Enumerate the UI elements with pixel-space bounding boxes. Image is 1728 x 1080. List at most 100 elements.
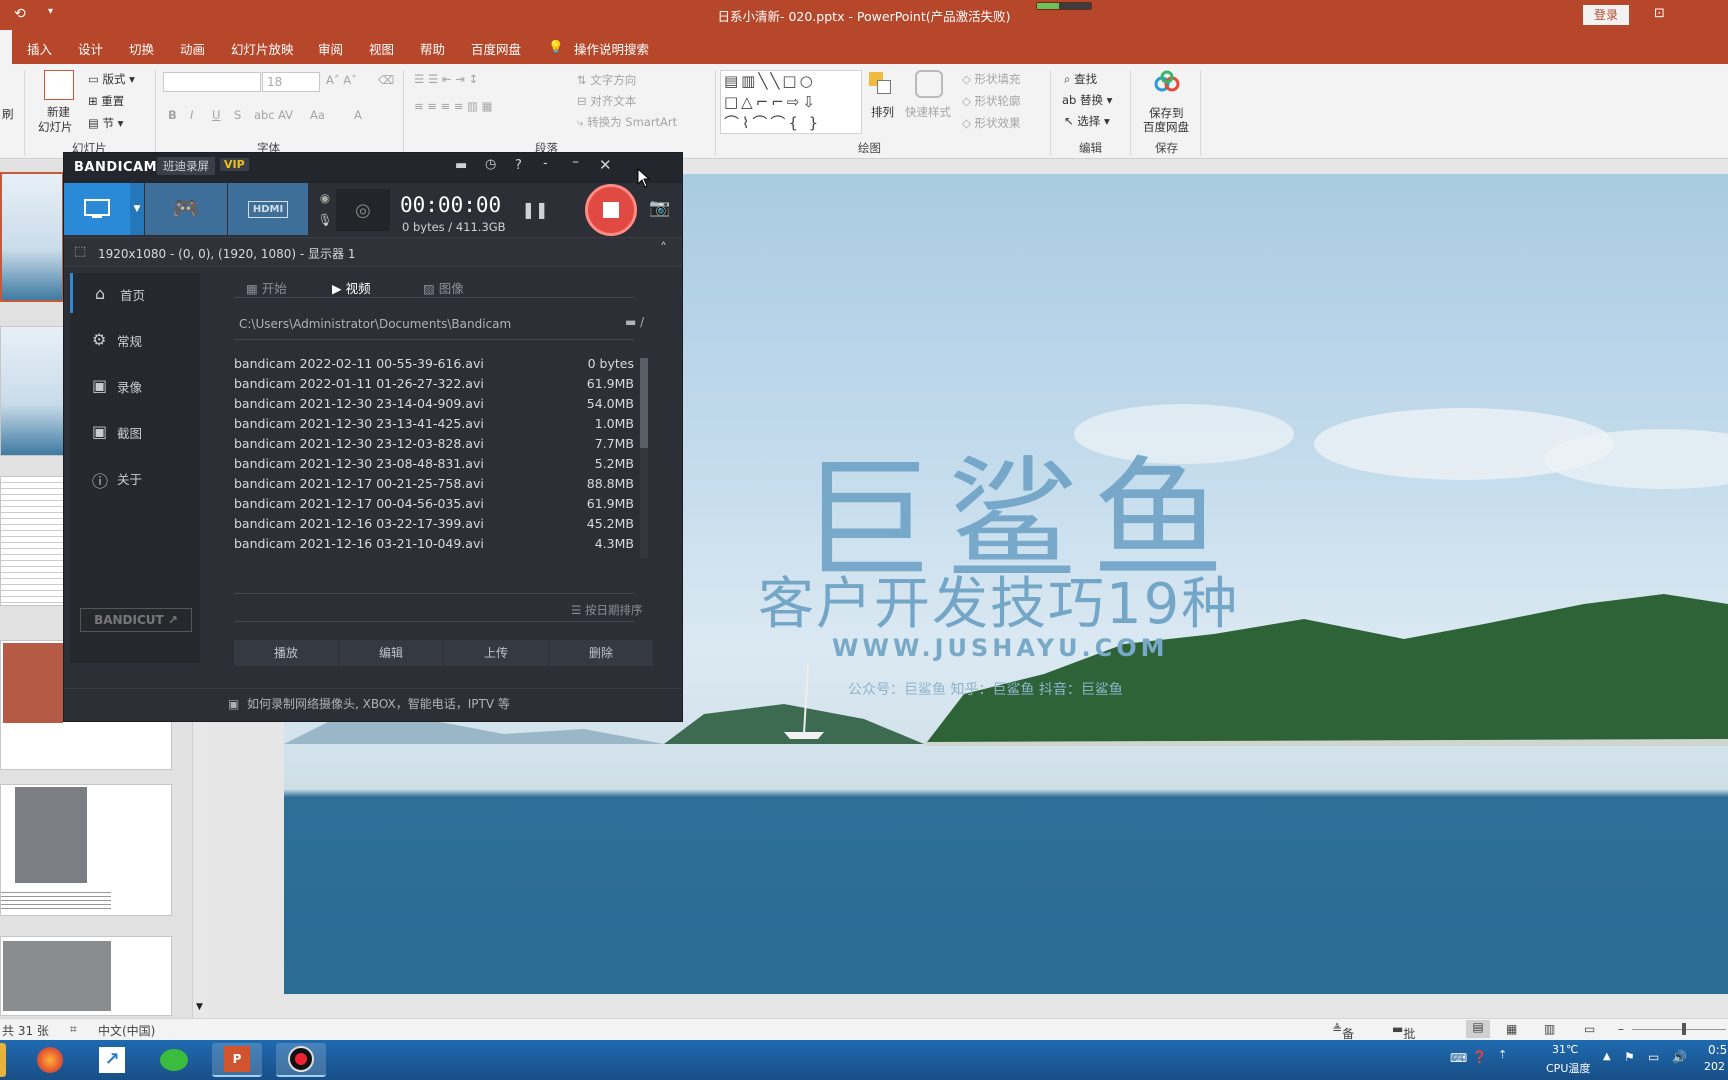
tab-review[interactable]: 审阅 xyxy=(318,39,343,58)
shape-outline-button[interactable]: ◇ 形状轮廓 xyxy=(962,93,1021,109)
sidebar-item-video[interactable]: ▣ 录像 xyxy=(70,365,210,405)
file-row[interactable]: bandicam 2022-02-11 00-55-39-616.avi 0 by… xyxy=(234,356,634,376)
minimize-icon[interactable]: – xyxy=(572,154,579,170)
arrange-icon[interactable] xyxy=(869,72,893,98)
underline-icon[interactable]: U xyxy=(212,108,220,122)
tab-transitions[interactable]: 切换 xyxy=(129,39,154,58)
tip-link[interactable]: ▣ 如何录制网络摄像头, XBOX，智能电话，IPTV 等 xyxy=(228,695,510,712)
shapes-gallery[interactable]: ▤▥╲╲□○ □△⌐⌐⇨⇩ ⌒⌇⌒⌒{ } xyxy=(720,70,862,134)
file-row[interactable]: bandicam 2021-12-30 23-13-41-425.avi 1.0M… xyxy=(234,416,634,436)
bandicam-window[interactable]: BANDICAM 班迪录屏 VIP ▬ ◷ ? - – ✕ ▼ 🎮 HDMI ◉… xyxy=(63,152,683,722)
grow-font-icon[interactable]: A˄ A˅ xyxy=(326,73,357,87)
start-partial[interactable] xyxy=(0,1043,6,1077)
capture-area-bar[interactable]: ⬚ 1920x1080 - (0, 0), (1920, 1080) - 显示器… xyxy=(64,237,682,267)
file-row[interactable]: bandicam 2021-12-16 03-22-17-399.avi 45.2… xyxy=(234,516,634,536)
display-icon[interactable]: ▭ xyxy=(1648,1050,1659,1064)
tab-help[interactable]: 帮助 xyxy=(420,39,445,58)
slide-thumbnail[interactable] xyxy=(0,326,64,456)
baidu-label[interactable]: 百度网盘 xyxy=(1143,119,1189,135)
slide-social[interactable]: 公众号：巨鲨鱼 知乎：巨鲨鱼 抖音：巨鲨鱼 xyxy=(848,679,1123,699)
file-row[interactable]: bandicam 2021-12-30 23-14-04-909.avi 54.0… xyxy=(234,396,634,416)
sidebar-item-about[interactable]: ⓘ 关于 xyxy=(70,457,210,497)
align-icons[interactable]: ≡ ≡ ≡ ≡ ▥ ▦ xyxy=(414,99,493,113)
comments-button[interactable]: ▬ 批注 xyxy=(1392,1022,1415,1058)
login-button[interactable]: 登录 xyxy=(1583,5,1629,25)
tell-me-search[interactable]: 操作说明搜索 xyxy=(574,39,649,58)
tray-expand-icon[interactable]: ▲ xyxy=(1603,1051,1611,1062)
ribbon-display-options-icon[interactable]: ⊡ xyxy=(1654,6,1665,21)
slide-thumbnail[interactable] xyxy=(0,936,172,1016)
section-button[interactable]: ▤ 节 ▾ xyxy=(88,115,123,131)
shape-effects-button[interactable]: ◇ 形状效果 xyxy=(962,115,1021,131)
powerpoint-icon[interactable]: P xyxy=(212,1043,262,1077)
spellcheck-icon[interactable]: ⌗ xyxy=(70,1022,77,1037)
font-name-dropdown[interactable] xyxy=(163,72,261,92)
sidebar-item-home[interactable]: ⌂ 首页 xyxy=(70,273,210,313)
baidu-cloud-icon[interactable] xyxy=(1152,70,1182,96)
replace-button[interactable]: ab 替换 ▾ xyxy=(1062,92,1112,108)
sort-by-date[interactable]: ☰ 按日期排序 xyxy=(571,602,642,618)
text-direction-button[interactable]: ⇅ 文字方向 xyxy=(577,72,636,88)
tab-insert[interactable]: 插入 xyxy=(27,39,52,58)
file-row[interactable]: bandicam 2021-12-30 23-12-03-828.avi 7.7M… xyxy=(234,436,634,456)
change-case-icon[interactable]: Aa xyxy=(310,108,325,122)
collapse-icon[interactable]: ˄ xyxy=(660,241,667,257)
close-icon[interactable]: ✕ xyxy=(599,156,612,174)
file-list-scrollbar[interactable] xyxy=(640,358,648,558)
new-slide-icon[interactable] xyxy=(44,70,74,100)
firefox-icon[interactable] xyxy=(28,1043,72,1077)
clock-time[interactable]: 0:5 xyxy=(1708,1043,1727,1057)
reset-button[interactable]: ⊞ 重置 xyxy=(88,93,124,109)
slideshow-view-icon[interactable]: ▭ xyxy=(1584,1022,1595,1036)
screen-mode-button[interactable] xyxy=(64,183,130,235)
find-button[interactable]: ⌕ 查找 xyxy=(1064,71,1097,87)
clear-format-icon[interactable]: ⌫ xyxy=(378,73,394,87)
shadow-icon[interactable]: S xyxy=(234,108,241,122)
tab-start[interactable]: ▦ 开始 xyxy=(246,278,287,297)
mini-mode-icon[interactable]: - xyxy=(543,156,548,171)
screenshot-icon[interactable]: 📷 xyxy=(647,195,673,221)
delete-button[interactable]: 删除 xyxy=(549,640,653,666)
zoom-slider[interactable] xyxy=(1632,1029,1726,1030)
slide-url[interactable]: WWW.JUSHAYU.COM xyxy=(832,634,1169,662)
file-row[interactable]: bandicam 2021-12-17 00-04-56-035.avi 61.9… xyxy=(234,496,634,516)
align-text-button[interactable]: ⊟ 对齐文本 xyxy=(577,93,636,109)
tab-video[interactable]: ▶ 视频 xyxy=(332,278,371,297)
shape-fill-button[interactable]: ◇ 形状填充 xyxy=(962,71,1021,87)
game-mode-button[interactable]: 🎮 xyxy=(145,183,227,235)
network-tray-icon[interactable]: ⇡ xyxy=(1498,1048,1507,1061)
tab-design[interactable]: 设计 xyxy=(78,39,103,58)
layout-button[interactable]: ▭ 版式 ▾ xyxy=(88,71,135,87)
stop-record-button[interactable] xyxy=(585,184,637,236)
quick-styles-icon[interactable] xyxy=(915,70,943,98)
zoom-slider-thumb[interactable] xyxy=(1682,1023,1686,1035)
microphone-icon[interactable]: 🎙 xyxy=(316,211,334,229)
help-tray-icon[interactable]: ❓ xyxy=(1472,1050,1487,1064)
pause-icon[interactable]: ❚❚ xyxy=(522,197,549,221)
bandicam-taskbar-icon[interactable] xyxy=(276,1043,326,1077)
slide-sorter-icon[interactable]: ▦ xyxy=(1506,1022,1517,1036)
file-row[interactable]: bandicam 2022-01-11 01-26-27-322.avi 61.9… xyxy=(234,376,634,396)
normal-view-icon[interactable]: ▤ xyxy=(1466,1020,1490,1038)
vip-badge[interactable]: VIP xyxy=(220,158,249,171)
file-row[interactable]: bandicam 2021-12-30 23-08-48-831.avi 5.2M… xyxy=(234,456,634,476)
new-slide-label2[interactable]: 幻灯片 xyxy=(38,119,73,135)
slide-thumbnail[interactable] xyxy=(0,172,64,302)
sidebar-item-image[interactable]: ▣ 截图 xyxy=(70,411,210,451)
play-button[interactable]: 播放 xyxy=(234,640,338,666)
bold-icon[interactable]: B xyxy=(168,108,177,122)
smartart-button[interactable]: ⤷ 转换为 SmartArt xyxy=(577,114,677,130)
bandicut-button[interactable]: BANDICUT ↗ xyxy=(80,608,192,632)
clock-date[interactable]: 202 xyxy=(1704,1060,1725,1073)
select-button[interactable]: ↖ 选择 ▾ xyxy=(1064,113,1110,129)
quick-styles-label[interactable]: 快速样式 xyxy=(905,104,951,120)
keyboard-icon[interactable]: ⌨ xyxy=(1450,1051,1467,1065)
strikethrough-icon[interactable]: abc xyxy=(254,108,275,122)
hdmi-mode-button[interactable]: HDMI xyxy=(228,183,308,235)
italic-icon[interactable]: I xyxy=(190,108,193,122)
file-row[interactable]: bandicam 2021-12-17 00-21-25-758.avi 88.8… xyxy=(234,476,634,496)
bandicam-header[interactable]: BANDICAM 班迪录屏 VIP ▬ ◷ ? - – ✕ xyxy=(64,153,682,183)
slide-thumbnail[interactable] xyxy=(0,784,172,916)
bullets-icon[interactable]: ☰ ☰ ⇤ ⇥ ↕ xyxy=(414,72,478,86)
char-spacing-icon[interactable]: AV xyxy=(278,108,293,122)
